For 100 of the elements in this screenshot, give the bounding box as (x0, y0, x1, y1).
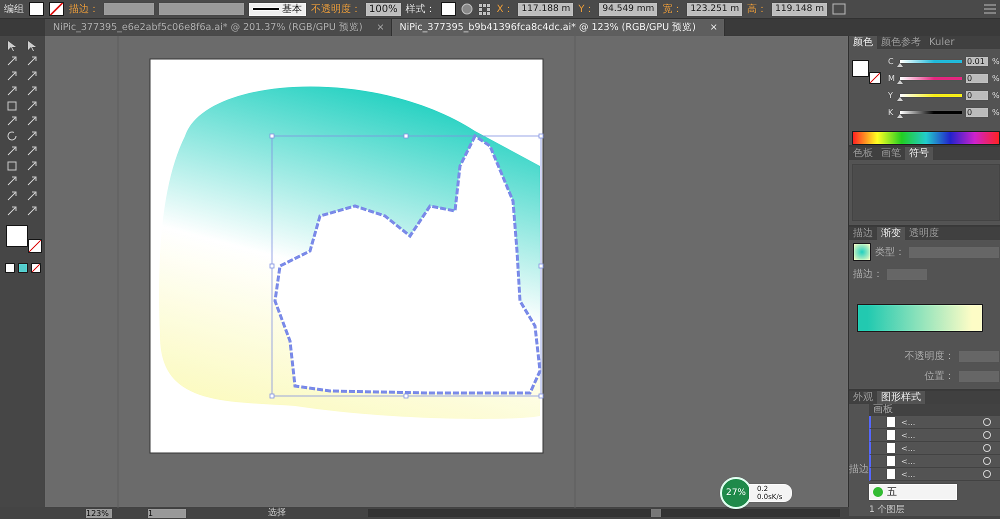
input-method-logo (873, 487, 883, 497)
gradient-preview[interactable] (853, 243, 871, 261)
style-label: 样式： (406, 2, 436, 16)
globe-icon[interactable] (460, 3, 473, 15)
stroke-color-swatch[interactable] (869, 72, 881, 84)
horizontal-scrollbar[interactable] (368, 509, 840, 517)
tool-icon[interactable] (6, 205, 18, 217)
layer-row[interactable]: <... (869, 468, 1000, 481)
tool-icon[interactable] (6, 190, 18, 202)
stroke-weight-field[interactable] (104, 3, 154, 15)
input-mode[interactable]: 五 (887, 485, 897, 499)
color-mode-swatch[interactable] (4, 263, 14, 273)
stroke-swatch[interactable] (49, 2, 64, 16)
tool-icon[interactable] (6, 70, 18, 82)
panel-tab[interactable]: 描边 (849, 227, 877, 240)
channel-value[interactable]: 0 (966, 74, 988, 82)
tool-icon[interactable] (26, 175, 38, 187)
document-tab[interactable]: NiPic_377395_e6e2abf5c06e8f6a.ai* @ 201.37% (RGB/GPU 预览) × (45, 19, 392, 36)
stroke-color-swatch[interactable] (28, 239, 42, 253)
menu-icon[interactable] (984, 4, 996, 14)
brush-dropdown[interactable]: 基本 (249, 2, 306, 16)
transform-label: Y： (578, 3, 594, 16)
fill-swatch[interactable] (29, 2, 44, 16)
tool-icon[interactable] (6, 85, 18, 97)
none-mode-swatch[interactable] (30, 263, 40, 273)
opacity-label: 不透明度： (904, 350, 955, 363)
unit-label: % (992, 74, 1000, 82)
panel-tab[interactable]: 颜色 (849, 36, 877, 49)
panel-tab[interactable]: 外观 (849, 391, 877, 404)
tool-icon[interactable] (26, 40, 38, 52)
type-label: 类型： (875, 246, 905, 259)
object-type-label: 编组 (4, 2, 24, 16)
tool-icon[interactable] (6, 115, 18, 127)
tool-icon[interactable] (6, 175, 18, 187)
unit-label: % (992, 56, 1000, 66)
panel-tab[interactable]: 符号 (905, 147, 933, 160)
transform-field[interactable]: 94.549 mm (599, 2, 658, 16)
unit-label: % (992, 90, 1000, 100)
panel-tab[interactable]: 透明度 (905, 227, 943, 240)
tool-icon[interactable] (6, 130, 18, 142)
grid-icon[interactable] (478, 3, 492, 15)
transform-field[interactable]: 117.188 m (518, 2, 574, 16)
tool-icon[interactable] (26, 55, 38, 67)
panel-tab[interactable]: 画板 (869, 404, 1000, 416)
transform-icon[interactable] (832, 3, 846, 15)
tool-icon[interactable] (6, 55, 18, 67)
network-usage-gauge: 27% (720, 477, 752, 509)
tool-icon[interactable] (26, 100, 38, 112)
tool-icon[interactable] (6, 160, 18, 172)
tool-icon[interactable] (26, 115, 38, 127)
stroke-label: 描边： (853, 268, 883, 281)
document-tab[interactable]: NiPic_377395_b9b41396fca8c4dc.ai* @ 123% (RGB/GPU 预览) × (392, 19, 725, 36)
gradient-slider[interactable] (857, 304, 983, 332)
panel-tab[interactable]: 画笔 (877, 147, 905, 160)
tool-icon[interactable] (26, 160, 38, 172)
channel-value[interactable]: 0.01 (966, 56, 988, 66)
page-field[interactable]: 1 (148, 508, 186, 518)
style-swatch[interactable] (440, 2, 456, 16)
transform-field[interactable]: 119.148 m (772, 2, 828, 16)
transform-label: 宽： (662, 2, 682, 16)
channel-label: C (888, 56, 895, 66)
layer-row[interactable]: <... (869, 455, 1000, 468)
position-label: 位置： (924, 370, 955, 383)
stroke-label: 描边： (69, 2, 99, 16)
layer-row[interactable]: <... (869, 429, 1000, 442)
transform-field[interactable]: 123.251 m (687, 2, 742, 16)
slider-thumb[interactable] (897, 80, 903, 84)
tool-icon[interactable] (26, 205, 38, 217)
slider-thumb[interactable] (897, 96, 903, 100)
panel-tab[interactable]: 渐变 (877, 227, 905, 240)
channel-value[interactable]: 0 (966, 108, 988, 116)
opacity-field[interactable]: 100% (366, 2, 401, 16)
slider-thumb[interactable] (897, 62, 903, 66)
panel-tab[interactable]: Kuler (925, 36, 958, 49)
gradient-mode-swatch[interactable] (18, 263, 28, 273)
tool-icon[interactable] (26, 70, 38, 82)
tool-icon[interactable] (26, 145, 38, 157)
tool-icon[interactable] (6, 100, 18, 112)
layer-row[interactable]: <... (869, 442, 1000, 455)
tool-icon[interactable] (26, 190, 38, 202)
channel-value[interactable]: 0 (966, 90, 988, 100)
color-spectrum[interactable] (852, 131, 1000, 145)
panel-tab[interactable]: 图形样式 (877, 391, 925, 404)
fill-color-swatch[interactable] (852, 60, 869, 77)
channel-label: M (888, 74, 896, 82)
zoom-field[interactable]: 123% (86, 508, 112, 518)
layer-row[interactable]: <... (869, 416, 1000, 429)
panel-tab[interactable]: 色板 (849, 147, 877, 160)
tool-icon[interactable] (6, 145, 18, 157)
tool-icon[interactable] (26, 85, 38, 97)
fill-color-swatch[interactable] (6, 225, 28, 247)
channel-label: Y (888, 90, 894, 100)
channel-label: K (888, 108, 894, 116)
status-mode[interactable]: 选择 (192, 507, 362, 519)
variable-width-field[interactable] (159, 3, 244, 15)
slider-thumb[interactable] (897, 114, 903, 118)
tool-icon[interactable] (6, 40, 18, 52)
panel-tab[interactable]: 颜色参考 (877, 36, 925, 49)
tool-icon[interactable] (26, 130, 38, 142)
stroke-label: 描边 (849, 462, 869, 476)
